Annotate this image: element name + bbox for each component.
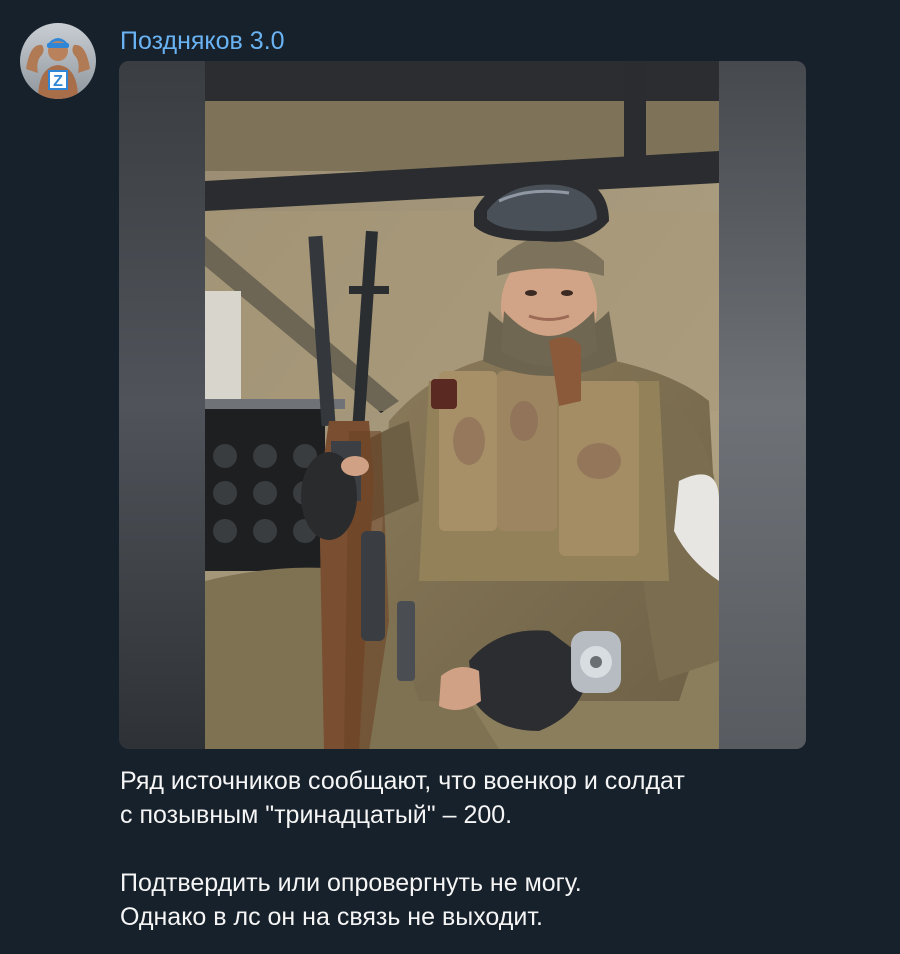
channel-post: Z Поздняков 3.0 Ряд источников сообщают,… bbox=[0, 0, 900, 954]
caption-line: Однако в лс он на связь не выходит. bbox=[120, 903, 543, 931]
channel-name[interactable]: Поздняков 3.0 bbox=[120, 26, 285, 56]
caption-line: Подтвердить или опровергнуть не могу. bbox=[120, 869, 582, 897]
channel-avatar[interactable]: Z bbox=[20, 23, 96, 99]
post-photo[interactable] bbox=[119, 61, 806, 749]
post-caption: Ряд источников сообщают, что военкор и с… bbox=[120, 764, 820, 934]
caption-line: с позывным "тринадцатый" – 200. bbox=[120, 801, 513, 829]
avatar-badge-letter: Z bbox=[53, 73, 63, 90]
channel-avatar-icon: Z bbox=[20, 23, 96, 99]
caption-line: Ряд источников сообщают, что военкор и с… bbox=[120, 767, 685, 795]
soldier-photo bbox=[119, 61, 806, 749]
